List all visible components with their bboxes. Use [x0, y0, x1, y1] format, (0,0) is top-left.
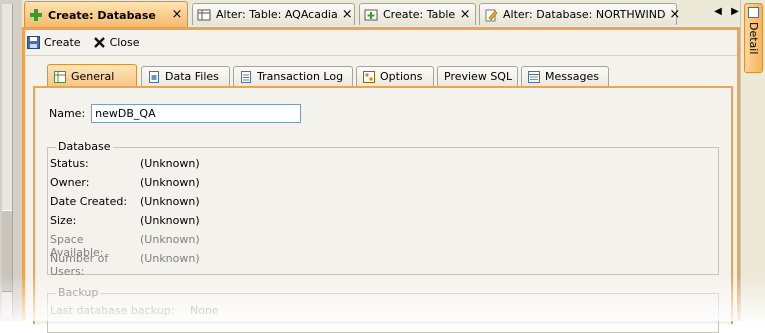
- info-value: (Unknown): [140, 195, 200, 208]
- tab-label: Preview SQL: [444, 70, 513, 83]
- close-icon[interactable]: ×: [342, 8, 353, 21]
- transaction-log-icon: [240, 70, 252, 83]
- create-label: Create: [44, 35, 81, 49]
- info-label: Owner:: [50, 176, 90, 189]
- close-button[interactable]: Close: [93, 36, 140, 49]
- info-row-status: Status: (Unknown): [50, 157, 200, 170]
- close-icon[interactable]: ×: [459, 8, 471, 21]
- close-icon[interactable]: ×: [669, 8, 680, 21]
- create-table-icon: [364, 8, 378, 22]
- options-icon: [363, 70, 375, 83]
- info-value: (Unknown): [140, 176, 200, 189]
- detail-sidebar: Detail: [740, 0, 765, 321]
- info-row-owner: Owner: (Unknown): [50, 176, 200, 189]
- info-row-number-of-users: Number of Users: (Unknown): [50, 252, 200, 278]
- editor-panel: Create Close General Data Files Transact…: [22, 27, 740, 333]
- name-label: Name:: [49, 107, 86, 120]
- database-group-title: Database: [56, 140, 113, 153]
- tab-label: Create: Database: [48, 8, 156, 22]
- tab-create-database[interactable]: Create: Database ×: [24, 1, 188, 28]
- tab-messages[interactable]: Messages: [521, 66, 609, 86]
- tab-transaction-log[interactable]: Transaction Log: [233, 66, 353, 86]
- detail-tab[interactable]: Detail: [744, 3, 763, 73]
- name-input[interactable]: [91, 104, 302, 123]
- info-row-size: Size: (Unknown): [50, 214, 200, 227]
- tab-label: Alter: Database: NORTHWIND: [503, 8, 666, 21]
- tab-create-table[interactable]: Create: Table ×: [359, 3, 476, 25]
- tab-label: Options: [380, 70, 423, 83]
- messages-icon: [528, 70, 540, 83]
- tab-label: Alter: Table: AQAcadia: [216, 8, 338, 21]
- close-icon[interactable]: ×: [171, 8, 183, 21]
- tab-preview-sql[interactable]: Preview SQL: [437, 66, 518, 86]
- tab-label: Transaction Log: [257, 70, 344, 83]
- tab-label: Create: Table: [383, 8, 456, 21]
- name-row: Name:: [49, 104, 302, 123]
- info-row-last-backup: Last database backup: None: [50, 304, 219, 317]
- scroll-tabs-left-icon[interactable]: ◀: [712, 6, 724, 17]
- edit-database-icon: [484, 8, 498, 22]
- tab-label: Messages: [545, 70, 599, 83]
- tab-data-files[interactable]: Data Files: [141, 66, 230, 86]
- general-icon: [54, 70, 66, 83]
- info-label: Size:: [50, 214, 77, 227]
- document-tab-bar: Create: Database × Alter: Table: AQAcadi…: [22, 0, 756, 28]
- general-panel: Name: Database Status: (Unknown) Owner: …: [33, 86, 733, 333]
- tab-label: General: [71, 70, 115, 83]
- scroll-thumb[interactable]: [2, 210, 12, 292]
- tab-alter-database-northwind[interactable]: Alter: Database: NORTHWIND ×: [479, 3, 680, 25]
- toolbar-divider: [25, 55, 737, 56]
- create-database-icon: [29, 8, 43, 22]
- tab-alter-table-aqacadia[interactable]: Alter: Table: AQAcadia ×: [192, 3, 355, 25]
- detail-icon: [748, 7, 759, 18]
- tab-general[interactable]: General: [47, 64, 137, 88]
- info-label: Last database backup:: [50, 304, 175, 317]
- tab-label: Data Files: [165, 70, 219, 83]
- backup-group-title: Backup: [56, 286, 101, 299]
- close-icon: [93, 36, 106, 49]
- info-value: (Unknown): [140, 214, 200, 227]
- info-value: (Unknown): [140, 252, 200, 265]
- data-files-icon: [148, 70, 160, 83]
- tab-options[interactable]: Options: [356, 66, 434, 86]
- create-button[interactable]: Create: [27, 35, 81, 49]
- info-value: None: [190, 304, 219, 317]
- info-value: (Unknown): [140, 157, 200, 170]
- info-label: Date Created:: [50, 195, 128, 208]
- table-icon: [197, 8, 211, 22]
- editor-toolbar: Create Close: [27, 32, 140, 52]
- info-label: Number of Users:: [50, 252, 109, 278]
- detail-tab-label: Detail: [747, 22, 760, 55]
- database-group: Database Status: (Unknown) Owner: (Unkno…: [47, 140, 719, 278]
- info-row-date-created: Date Created: (Unknown): [50, 195, 200, 208]
- backup-group: Backup Last database backup: None: [47, 286, 719, 333]
- close-label: Close: [109, 35, 140, 49]
- left-panel-scrollbar[interactable]: [0, 0, 22, 321]
- info-label: Status:: [50, 157, 89, 170]
- save-icon: [27, 35, 40, 49]
